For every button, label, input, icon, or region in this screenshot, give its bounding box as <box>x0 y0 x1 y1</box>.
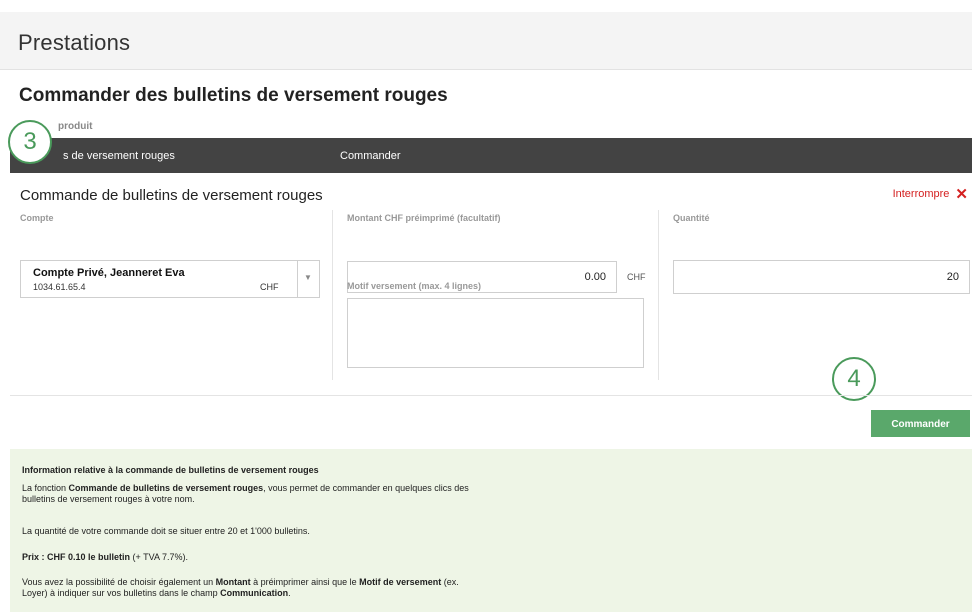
step-2-label: Commander <box>340 150 401 162</box>
motif-label: Motif versement (max. 4 lignes) <box>347 281 482 291</box>
account-name: Compte Privé, Jeanneret Eva <box>33 267 185 279</box>
order-button[interactable]: Commander <box>871 410 970 437</box>
account-currency: CHF <box>260 282 279 292</box>
step-1-label: s de versement rouges <box>63 150 175 162</box>
info-heading: Information relative à la commande de bu… <box>22 465 319 475</box>
interrupt-button[interactable]: Interrompre ✕ <box>892 185 968 203</box>
motif-textarea[interactable] <box>347 298 644 368</box>
chevron-down-icon[interactable]: ▼ <box>304 273 312 282</box>
account-select[interactable]: Compte Privé, Jeanneret Eva 1034.61.65.4… <box>20 260 320 298</box>
annotation-circle-3: 3 <box>8 120 52 164</box>
column-divider <box>658 210 659 380</box>
quantity-label: Quantité <box>673 213 710 223</box>
close-icon: ✕ <box>955 185 968 203</box>
info-paragraph-3: Prix : CHF 0.10 le bulletin (+ TVA 7.7%)… <box>22 552 188 562</box>
select-divider <box>297 261 298 297</box>
step-header-label: produit <box>58 121 93 132</box>
info-paragraph-2: La quantité de votre commande doit se si… <box>22 526 310 536</box>
page-title: Commander des bulletins de versement rou… <box>19 85 448 106</box>
info-panel: Information relative à la commande de bu… <box>10 449 972 612</box>
top-bar: Prestations <box>0 12 972 70</box>
account-label: Compte <box>20 213 54 223</box>
interrupt-label: Interrompre <box>892 188 950 200</box>
form-divider <box>10 395 972 396</box>
quantity-input[interactable]: 20 <box>673 260 970 294</box>
account-number: 1034.61.65.4 <box>33 282 86 292</box>
amount-currency: CHF <box>627 272 646 282</box>
info-paragraph-4: Vous avez la possibilité de choisir égal… <box>22 577 459 598</box>
form-title: Commande de bulletins de versement rouge… <box>20 187 323 204</box>
app-title: Prestations <box>18 30 131 55</box>
info-paragraph-1: La fonction Commande de bulletins de ver… <box>22 483 469 504</box>
column-divider <box>332 210 333 380</box>
amount-label: Montant CHF préimprimé (facultatif) <box>347 213 501 223</box>
step-bar: s de versement rouges Commander <box>10 138 972 173</box>
